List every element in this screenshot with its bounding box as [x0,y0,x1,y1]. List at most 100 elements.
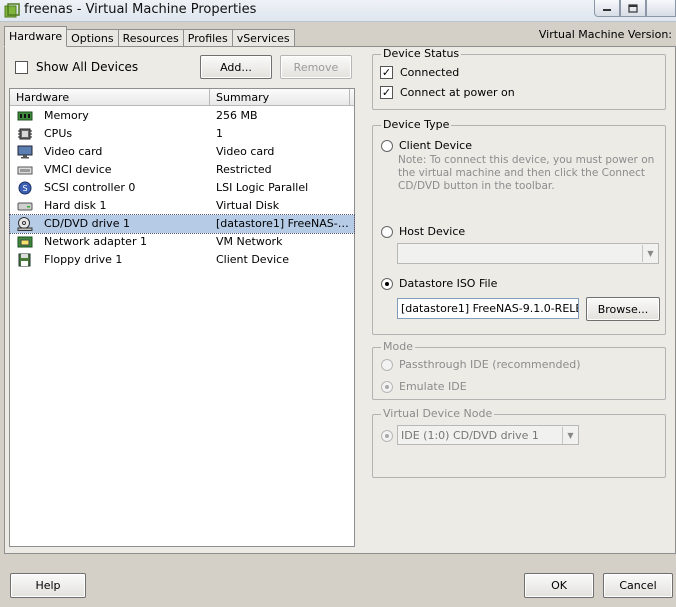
hardware-row-floppy-drive[interactable]: Floppy drive 1 Client Device [10,251,354,269]
help-button[interactable]: Help [10,573,86,598]
hardware-summary: Restricted [216,163,272,176]
chevron-down-icon: ▼ [642,245,658,262]
hardware-summary: Client Device [216,253,289,266]
column-header-hardware[interactable]: Hardware [10,89,210,105]
passthrough-ide-radio[interactable] [381,358,393,371]
hardware-summary: LSI Logic Parallel [216,181,309,194]
passthrough-ide-label: Passthrough IDE (recommended) [399,358,581,371]
device-type-group: Device Type Client Device Note: To conne… [372,118,666,335]
connect-at-power-on-label: Connect at power on [400,86,515,99]
mode-group: Mode Passthrough IDE (recommended) Emula… [372,340,666,400]
show-all-devices-toggle[interactable]: Show All Devices [15,60,138,74]
tab-resources[interactable]: Resources [117,29,184,47]
hardware-row-cd-dvd-drive[interactable]: CD/DVD drive 1 [datastore1] FreeNAS-9... [9,214,355,234]
hardware-row-hard-disk[interactable]: Hard disk 1 Virtual Disk [10,197,354,215]
passthrough-ide-option[interactable]: Passthrough IDE (recommended) [381,358,581,371]
ok-button[interactable]: OK [524,573,594,598]
hardware-row-cpus[interactable]: CPUs 1 [10,125,354,143]
datastore-iso-option[interactable]: Datastore ISO File [381,277,497,290]
hardware-list-header: Hardware Summary [10,89,354,106]
datastore-iso-label: Datastore ISO File [399,277,498,290]
hardware-name: Network adapter 1 [44,235,147,248]
hardware-row-memory[interactable]: Memory 256 MB [10,107,354,125]
title-bar[interactable]: freenas - Virtual Machine Properties [0,0,676,22]
device-status-group: Device Status ✓ Connected ✓ Connect at p… [372,47,666,110]
datastore-iso-radio[interactable] [381,277,393,290]
chevron-down-icon: ▼ [562,426,578,444]
tab-options[interactable]: Options [66,29,119,47]
emulate-ide-label: Emulate IDE [399,380,467,393]
client-device-radio[interactable] [381,139,393,152]
show-all-devices-label: Show All Devices [36,60,139,74]
emulate-ide-radio[interactable] [381,380,393,393]
mode-label: Mode [381,340,415,353]
virtual-device-node-value: IDE (1:0) CD/DVD drive 1 [401,428,539,442]
virtual-device-node-radio [381,430,393,442]
vm-app-icon [4,3,20,18]
hardware-name: Floppy drive 1 [44,253,123,266]
hardware-name: Hard disk 1 [44,199,107,212]
floppy-icon [18,253,31,267]
connected-checkbox[interactable]: ✓ [380,66,393,79]
tab-vservices[interactable]: vServices [231,29,295,47]
host-device-select[interactable]: ▼ [397,243,659,264]
remove-device-button[interactable]: Remove [280,55,352,79]
virtual-device-node-group: Virtual Device Node IDE (1:0) CD/DVD dri… [372,407,666,478]
hardware-row-video-card[interactable]: Video card Video card [10,143,354,161]
window-title: freenas - Virtual Machine Properties [24,2,257,17]
hardware-name: VMCI device [44,163,112,176]
datastore-iso-path-input[interactable]: [datastore1] FreeNAS-9.1.0-RELEAS [397,298,579,319]
host-device-radio[interactable] [381,225,393,238]
hardware-summary: 1 [216,127,223,140]
column-header-summary[interactable]: Summary [210,89,350,105]
window-controls [594,0,676,18]
client-device-option[interactable]: Client Device [381,139,472,152]
memory-icon [17,111,33,121]
cpu-icon [18,128,32,140]
hardware-list[interactable]: Hardware Summary Memory 256 MB CPUs 1 Vi… [9,88,355,547]
minimize-button[interactable] [594,0,620,17]
client-device-label: Client Device [399,139,472,152]
connected-toggle[interactable]: ✓ Connected [380,66,459,79]
hardware-row-network-adapter[interactable]: Network adapter 1 VM Network [10,233,354,251]
emulate-ide-option[interactable]: Emulate IDE [381,380,467,393]
device-type-label: Device Type [381,118,452,131]
connect-at-power-on-toggle[interactable]: ✓ Connect at power on [380,86,515,99]
hardware-summary: Virtual Disk [216,199,280,212]
connect-at-power-on-checkbox[interactable]: ✓ [380,86,393,99]
minimize-icon [603,9,611,11]
cd-dvd-icon [17,217,33,231]
hardware-name: SCSI controller 0 [44,181,136,194]
tab-profiles[interactable]: Profiles [182,29,233,47]
hardware-name: CD/DVD drive 1 [44,217,130,230]
svg-text:S: S [22,184,27,193]
device-status-label: Device Status [381,47,462,60]
maximize-icon [628,3,638,13]
network-icon [17,236,33,248]
virtual-device-node-select[interactable]: IDE (1:0) CD/DVD drive 1 ▼ [397,425,579,445]
show-all-devices-checkbox[interactable] [15,60,28,74]
vm-version-label: Virtual Machine Version: [538,28,672,41]
hardware-name: Video card [44,145,103,158]
hardware-summary: 256 MB [216,109,258,122]
hardware-row-scsi-controller[interactable]: S SCSI controller 0 LSI Logic Parallel [10,179,354,197]
maximize-button[interactable] [620,0,646,17]
close-button[interactable] [646,0,676,17]
hardware-summary: [datastore1] FreeNAS-9... [216,217,352,230]
monitor-icon [17,145,33,159]
virtual-device-node-label: Virtual Device Node [381,407,495,420]
hard-disk-icon [17,202,33,211]
browse-button[interactable]: Browse... [586,297,660,321]
host-device-option[interactable]: Host Device [381,225,465,238]
host-device-label: Host Device [399,225,466,238]
scsi-icon: S [18,181,32,195]
hardware-name: Memory [44,109,89,122]
hardware-name: CPUs [44,127,73,140]
cancel-button[interactable]: Cancel [603,573,673,598]
tab-hardware[interactable]: Hardware [4,26,68,47]
add-device-button[interactable]: Add... [200,55,272,79]
hardware-summary: Video card [216,145,275,158]
hardware-summary: VM Network [216,235,283,248]
connected-label: Connected [400,66,460,79]
hardware-row-vmci-device[interactable]: VMCI device Restricted [10,161,354,179]
